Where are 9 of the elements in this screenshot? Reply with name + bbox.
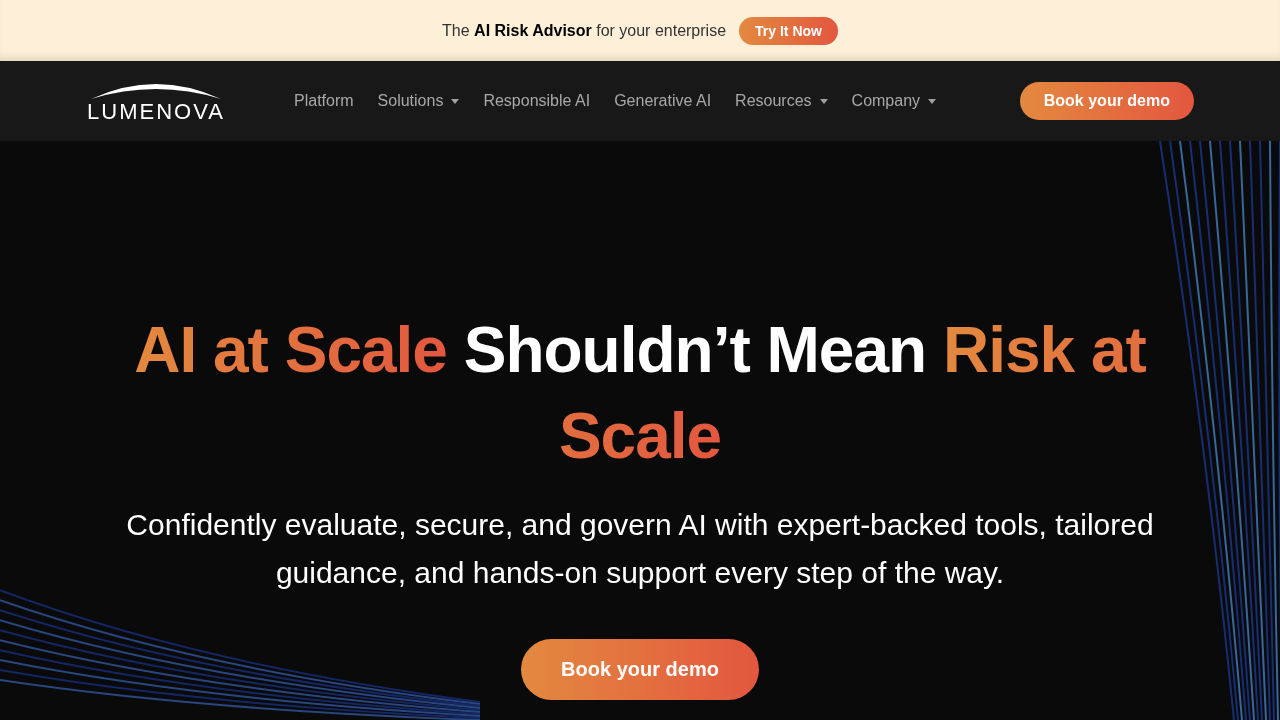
announcement-text: The AI Risk Advisor for your enterprise [442, 21, 727, 40]
hero-subtitle: Confidently evaluate, secure, and govern AI with expert-backed tools, tailored guidance, and hands-on support every step of the way. [125, 507, 1155, 591]
logo[interactable]: LUMENOVA [87, 101, 225, 123]
nav-link[interactable]: Company [851, 92, 937, 110]
nav-link[interactable]: Solutions [377, 92, 460, 110]
nav-link[interactable]: Resources [735, 92, 828, 110]
nav-link[interactable]: Responsible AI [483, 92, 591, 110]
nav-link[interactable]: Platform [294, 92, 354, 110]
nav-link[interactable]: Generative AI [614, 92, 712, 110]
